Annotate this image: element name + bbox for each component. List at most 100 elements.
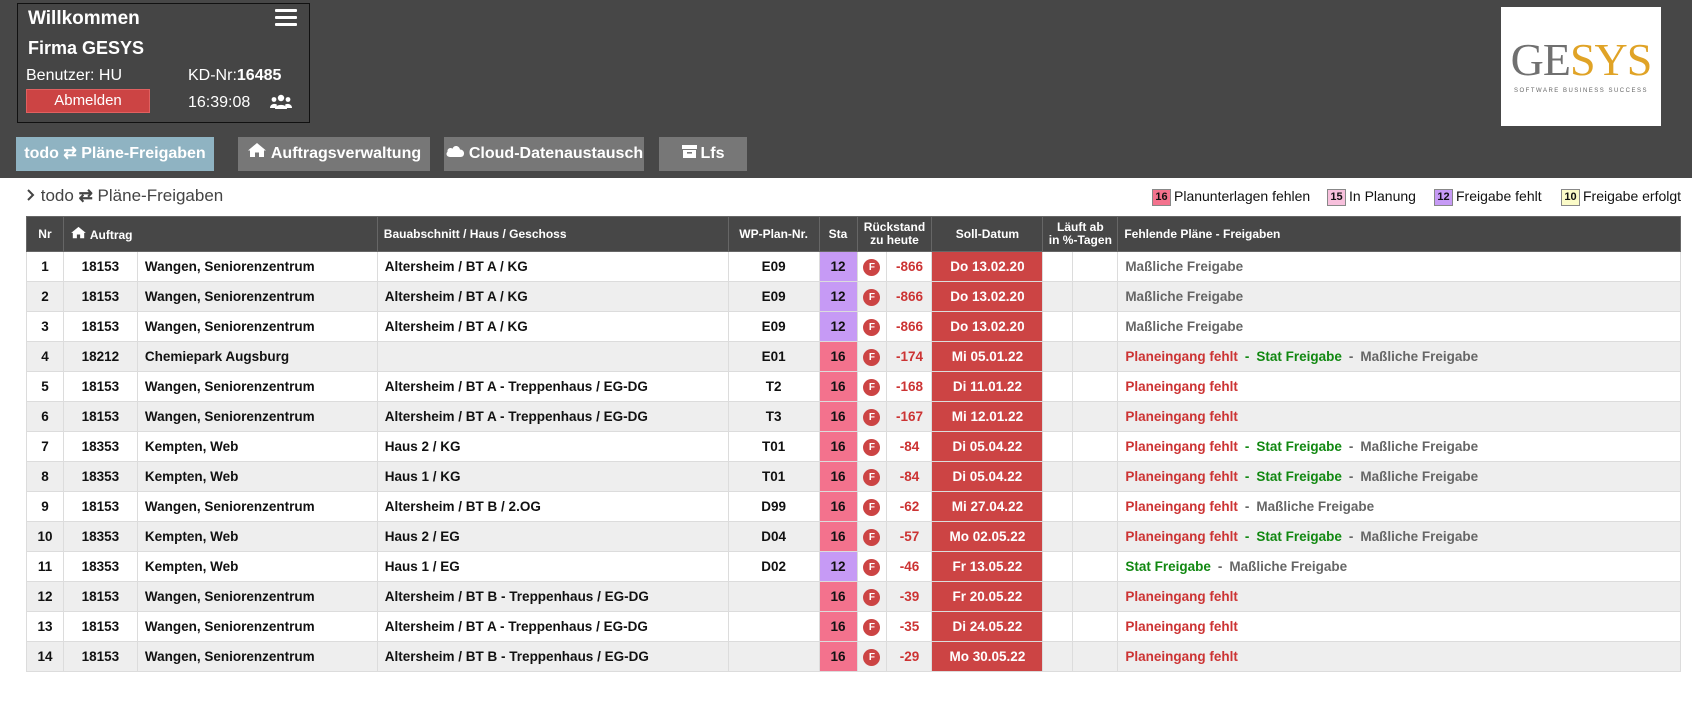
f-badge-icon[interactable]: F (863, 378, 881, 396)
tab-plaene-freigaben[interactable]: todo ⇄ Pläne-Freigaben (16, 137, 214, 171)
cell-bauabschnitt: Haus 2 / EG (376, 521, 729, 552)
cell-auftrag[interactable]: 18353 (62, 461, 138, 492)
separator: - (1217, 559, 1223, 574)
cell-auftrag[interactable]: 18353 (62, 551, 138, 582)
table-row[interactable]: 13 18153 Wangen, Seniorenzentrum Altersheim… (26, 611, 1681, 642)
f-badge-icon[interactable]: F (863, 648, 881, 666)
hamburger-menu-icon[interactable] (275, 9, 297, 29)
f-badge-icon[interactable]: F (863, 288, 881, 306)
f-badge-icon[interactable]: F (863, 498, 881, 516)
f-badge-icon[interactable]: F (863, 528, 881, 546)
cell-wp-plan-nr: D02 (727, 551, 820, 582)
table-row[interactable]: 8 18353 Kempten, Web Haus 1 / KG T01 16 F -84 Di… (26, 461, 1681, 492)
cell-rueckstand: -35 (886, 611, 933, 642)
cell-auftrag[interactable]: 18153 (62, 581, 138, 612)
logo-wordmark: GESYS (1510, 34, 1653, 85)
col-sta[interactable]: Sta (818, 216, 858, 252)
cell-auftrag[interactable]: 18212 (62, 341, 138, 372)
table-row[interactable]: 2 18153 Wangen, Seniorenzentrum Altersheim … (26, 281, 1681, 312)
cell-bauabschnitt: Altersheim / BT B - Treppenhaus / EG-DG (376, 641, 729, 672)
f-badge-icon[interactable]: F (863, 258, 881, 276)
cell-auftrag[interactable]: 18153 (62, 491, 138, 522)
tab-cloud-datenaustausch[interactable]: Cloud-Datenaustausch (444, 137, 644, 171)
table-row[interactable]: 10 18353 Kempten, Web Haus 2 / EG D04 16 F -57 M… (26, 521, 1681, 552)
cell-wp-plan-nr: D04 (727, 521, 820, 552)
cell-laeuft-ab-a (1042, 251, 1074, 282)
table-row[interactable]: 11 18353 Kempten, Web Haus 1 / EG D02 12 F -46 F… (26, 551, 1681, 582)
cell-projekt: Kempten, Web (136, 521, 378, 552)
table-row[interactable]: 4 18212 Chemiepark Augsburg E01 16 F -174 Mi 05… (26, 341, 1681, 372)
cell-auftrag[interactable]: 18153 (62, 251, 138, 282)
col-fehlende-plaene[interactable]: Fehlende Pläne - Freigaben (1117, 216, 1681, 252)
cell-laeuft-ab-b (1072, 581, 1119, 612)
tab-lfs[interactable]: Lfs (659, 137, 747, 171)
table-row[interactable]: 5 18153 Wangen, Seniorenzentrum Altersheim … (26, 371, 1681, 402)
f-badge-icon[interactable]: F (863, 588, 881, 606)
separator: - (1244, 529, 1250, 544)
cell-auftrag[interactable]: 18153 (62, 401, 138, 432)
cell-fehlende-plaene: Planeingang fehlt - Stat Freigabe - Maßliche… (1117, 341, 1681, 372)
cell-laeuft-ab-b (1072, 401, 1119, 432)
f-badge-icon[interactable]: F (863, 408, 881, 426)
cell-status: 16 (818, 371, 858, 402)
col-soll-datum[interactable]: Soll-Datum (931, 216, 1044, 252)
table-row[interactable]: 9 18153 Wangen, Seniorenzentrum Altersheim … (26, 491, 1681, 522)
cell-projekt: Wangen, Seniorenzentrum (136, 281, 378, 312)
cell-auftrag[interactable]: 18153 (62, 611, 138, 642)
cell-badge: F (856, 251, 888, 282)
table-row[interactable]: 1 18153 Wangen, Seniorenzentrum Altersheim … (26, 251, 1681, 282)
f-badge-icon[interactable]: F (863, 618, 881, 636)
missing-plan-item: Stat Freigabe (1125, 559, 1211, 574)
breadcrumb-todo[interactable]: todo (41, 186, 74, 205)
col-wp-plan-nr[interactable]: WP-Plan-Nr. (727, 216, 820, 252)
cell-nr: 3 (26, 311, 64, 342)
table-row[interactable]: 7 18353 Kempten, Web Haus 2 / KG T01 16 F -84 Di… (26, 431, 1681, 462)
cell-nr: 11 (26, 551, 64, 582)
cell-badge: F (856, 341, 888, 372)
cell-bauabschnitt: Altersheim / BT A - Treppenhaus / EG-DG (376, 401, 729, 432)
table-row[interactable]: 12 18153 Wangen, Seniorenzentrum Altersheim… (26, 581, 1681, 612)
cell-soll-datum: Do 13.02.20 (931, 311, 1044, 342)
cell-bauabschnitt: Altersheim / BT B / 2.OG (376, 491, 729, 522)
missing-plan-item: Planeingang fehlt (1125, 529, 1238, 544)
cell-auftrag[interactable]: 18153 (62, 281, 138, 312)
f-badge-icon[interactable]: F (863, 318, 881, 336)
cell-badge: F (856, 521, 888, 552)
f-badge-icon[interactable]: F (863, 438, 881, 456)
cell-bauabschnitt: Haus 1 / EG (376, 551, 729, 582)
col-nr[interactable]: Nr (26, 216, 64, 252)
col-auftrag[interactable]: Auftrag (62, 216, 378, 252)
cell-auftrag[interactable]: 18153 (62, 311, 138, 342)
col-rueckstand[interactable]: Rückstand zu heute (856, 216, 933, 252)
home-icon (247, 137, 267, 171)
cell-badge: F (856, 431, 888, 462)
cell-badge: F (856, 371, 888, 402)
cell-status: 12 (818, 311, 858, 342)
logout-button[interactable]: Abmelden (26, 89, 150, 113)
cell-status: 16 (818, 641, 858, 672)
table-row[interactable]: 3 18153 Wangen, Seniorenzentrum Altersheim … (26, 311, 1681, 342)
f-badge-icon[interactable]: F (863, 468, 881, 486)
cell-status: 16 (818, 341, 858, 372)
table-row[interactable]: 6 18153 Wangen, Seniorenzentrum Altersheim … (26, 401, 1681, 432)
cell-auftrag[interactable]: 18153 (62, 371, 138, 402)
cell-auftrag[interactable]: 18353 (62, 521, 138, 552)
col-laeuft-ab[interactable]: Läuft ab in %-Tagen (1042, 216, 1119, 252)
users-icon[interactable] (270, 94, 292, 115)
cell-auftrag[interactable]: 18353 (62, 431, 138, 462)
cell-auftrag[interactable]: 18153 (62, 641, 138, 672)
cell-laeuft-ab-b (1072, 521, 1119, 552)
missing-plan-item: Maßliche Freigabe (1360, 529, 1479, 544)
f-badge-icon[interactable]: F (863, 558, 881, 576)
cell-laeuft-ab-a (1042, 521, 1074, 552)
tab-auftragsverwaltung[interactable]: Auftragsverwaltung (238, 137, 430, 171)
cell-status: 16 (818, 461, 858, 492)
legend-item-freigabe-erfolgt: 10 Freigabe erfolgt (1561, 188, 1681, 206)
f-badge-icon[interactable]: F (863, 348, 881, 366)
col-bauabschnitt[interactable]: Bauabschnitt / Haus / Geschoss (376, 216, 729, 252)
cell-projekt: Wangen, Seniorenzentrum (136, 371, 378, 402)
cell-bauabschnitt (376, 341, 729, 372)
cell-rueckstand: -84 (886, 461, 933, 492)
table-row[interactable]: 14 18153 Wangen, Seniorenzentrum Altersheim… (26, 641, 1681, 672)
missing-plan-item: Planeingang fehlt (1125, 379, 1238, 394)
